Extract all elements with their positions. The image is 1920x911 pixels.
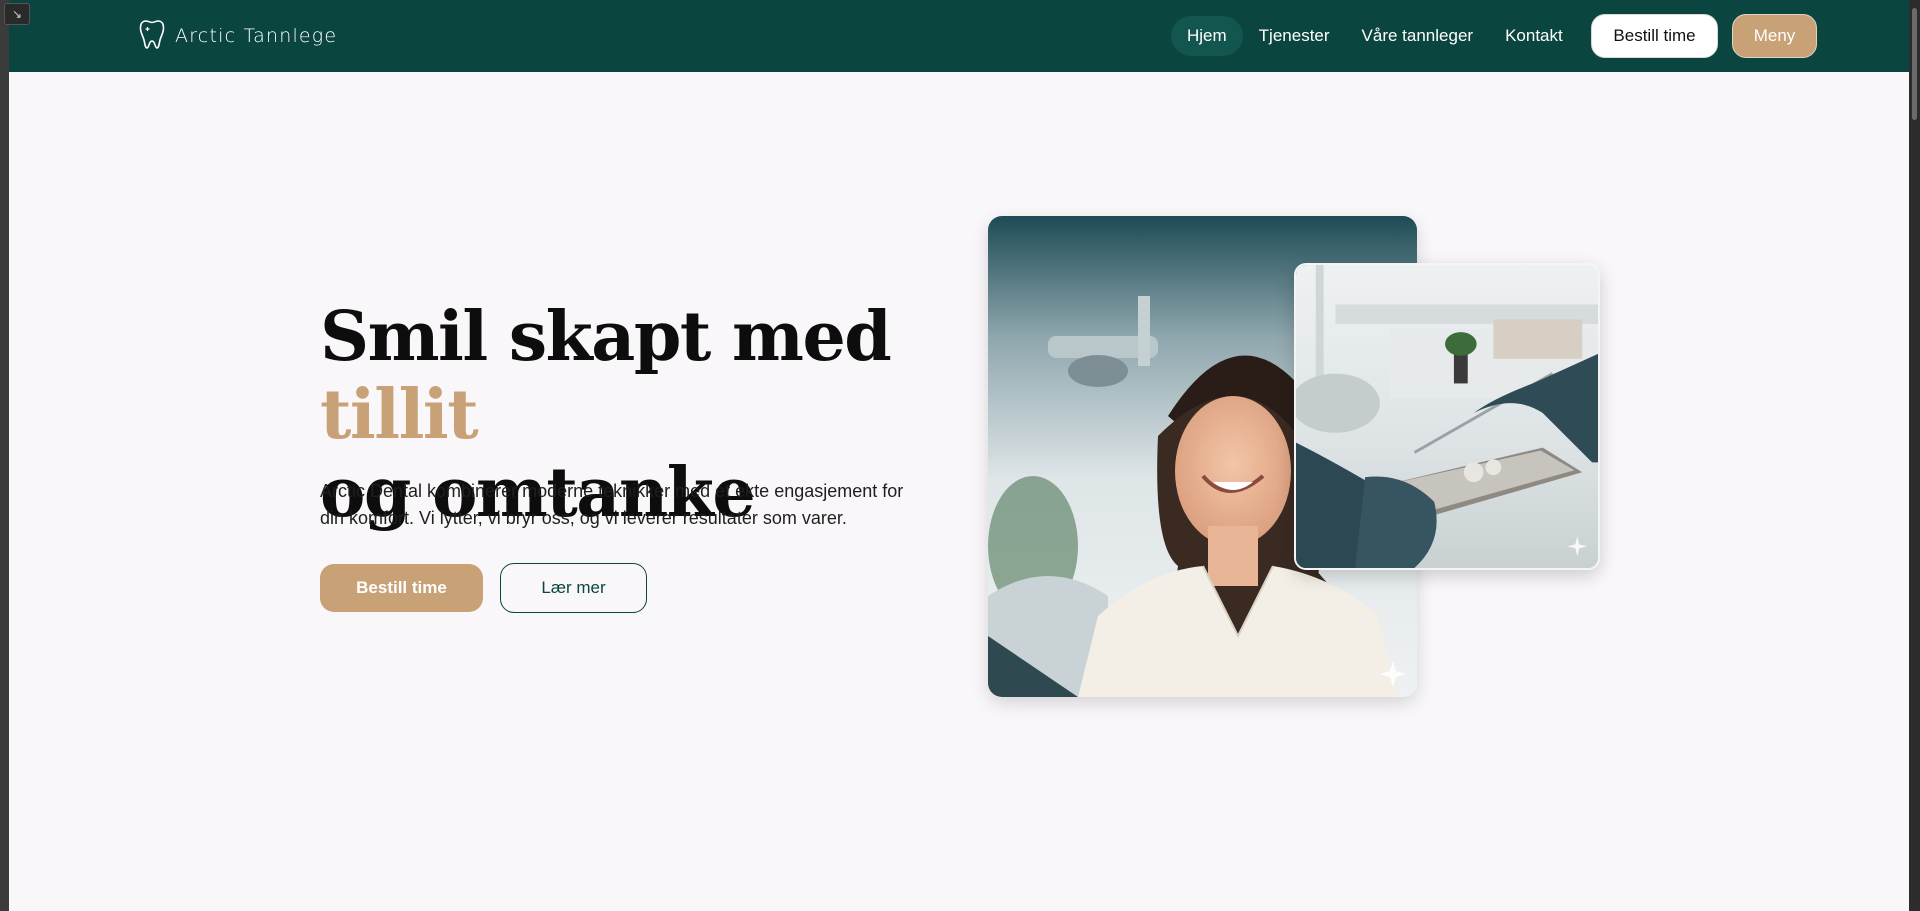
brand-logo[interactable]: Arctic Tannlege xyxy=(139,18,337,54)
nav-item-tjenester[interactable]: Tjenester xyxy=(1243,16,1346,56)
nav-item-kontakt[interactable]: Kontakt xyxy=(1489,16,1579,56)
nav-item-vare-tannleger[interactable]: Våre tannleger xyxy=(1346,16,1490,56)
brand-name: Arctic Tannlege xyxy=(175,25,338,47)
menu-button[interactable]: Meny xyxy=(1732,14,1817,58)
page: Arctic Tannlege Hjem Tjenester Våre tann… xyxy=(9,0,1909,911)
nav-item-hjem[interactable]: Hjem xyxy=(1171,16,1243,56)
scrollbar[interactable] xyxy=(1909,0,1920,911)
book-appointment-nav-button[interactable]: Bestill time xyxy=(1591,14,1718,58)
learn-more-button[interactable]: Lær mer xyxy=(500,563,647,613)
hero-title-part1: Smil skapt med xyxy=(320,297,892,377)
navbar: Arctic Tannlege Hjem Tjenester Våre tann… xyxy=(9,0,1909,72)
hero-title-accent: tillit xyxy=(320,375,479,455)
hero-description: Arctic Dental kombinerer moderne teknikk… xyxy=(320,481,904,528)
book-appointment-button[interactable]: Bestill time xyxy=(320,564,483,612)
tooth-icon xyxy=(139,18,165,55)
main-navigation: Hjem Tjenester Våre tannleger Kontakt xyxy=(1171,16,1579,56)
window-left-edge xyxy=(0,0,9,911)
dental-instruments-photo xyxy=(1294,263,1600,570)
resize-arrow-icon[interactable]: ↘ xyxy=(4,3,30,25)
scrollbar-thumb[interactable] xyxy=(1912,8,1917,120)
